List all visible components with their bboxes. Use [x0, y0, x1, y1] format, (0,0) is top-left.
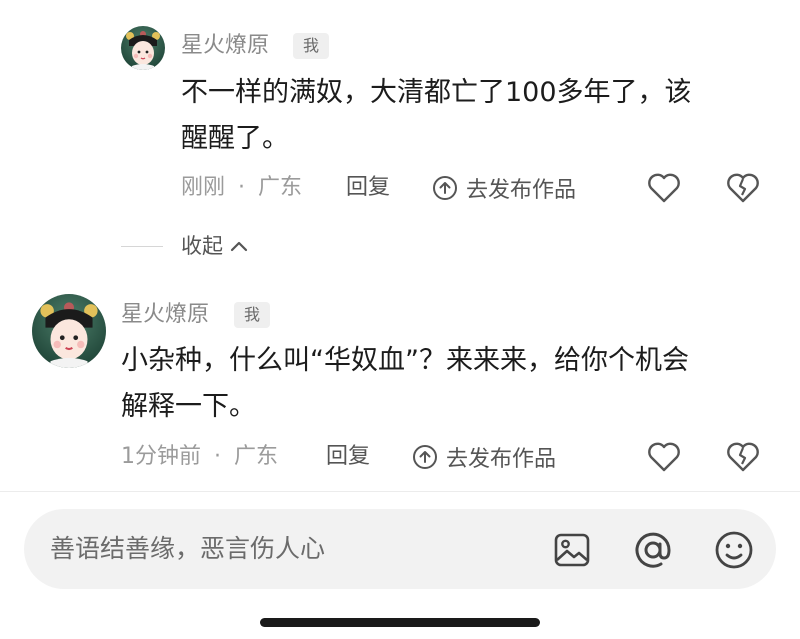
post-work-label: 去发布作品 — [466, 178, 577, 203]
comment-input-placeholder: 善语结善缘，恶言伤人心 — [50, 534, 326, 563]
comment-time: 1分钟前 — [121, 444, 201, 469]
comment-time: 刚刚 — [181, 175, 226, 200]
meta-separator: · — [238, 175, 246, 200]
me-badge: 我 — [234, 302, 270, 328]
comment-input[interactable]: 善语结善缘，恶言伤人心 — [24, 509, 776, 589]
at-icon[interactable] — [632, 530, 674, 570]
post-work-label: 去发布作品 — [446, 447, 557, 472]
username[interactable]: 星火燎原 — [181, 32, 269, 60]
comment-text-line: 解释一下。 — [121, 391, 256, 422]
avatar[interactable] — [121, 26, 165, 70]
dislike-broken-heart-icon[interactable] — [724, 170, 762, 206]
like-heart-icon[interactable] — [645, 439, 683, 475]
collapse-label: 收起 — [181, 234, 223, 258]
arrow-up-circle-icon — [412, 444, 438, 470]
arrow-up-circle-icon — [432, 175, 458, 201]
like-heart-icon[interactable] — [645, 170, 683, 206]
comment-text-line: 不一样的满奴，大清都亡了100多年了，该 — [181, 77, 692, 108]
post-work-button[interactable]: 去发布作品 — [412, 443, 557, 472]
reply-button[interactable]: 回复 — [326, 443, 370, 471]
emoji-icon[interactable] — [713, 529, 755, 571]
username[interactable]: 星火燎原 — [121, 301, 209, 329]
comment-meta: 刚刚 · 广东 — [181, 174, 302, 202]
home-indicator[interactable] — [260, 618, 540, 627]
dislike-broken-heart-icon[interactable] — [724, 439, 762, 475]
image-icon[interactable] — [552, 530, 592, 570]
comment-text-line: 醒醒了。 — [181, 123, 289, 154]
comment-text-line: 小杂种，什么叫“华奴血”？来来来，给你个机会 — [121, 345, 689, 376]
comment-location: 广东 — [234, 444, 279, 469]
collapse-divider — [121, 246, 163, 247]
chevron-up-icon — [229, 239, 249, 253]
meta-separator: · — [214, 444, 221, 469]
avatar[interactable] — [32, 294, 106, 368]
input-divider — [0, 491, 800, 492]
comment-location: 广东 — [258, 175, 303, 200]
me-badge: 我 — [293, 33, 329, 59]
post-work-button[interactable]: 去发布作品 — [432, 174, 577, 203]
reply-button[interactable]: 回复 — [346, 174, 390, 202]
comment-meta: 1分钟前 · 广东 — [121, 443, 278, 471]
collapse-button[interactable]: 收起 — [181, 232, 249, 260]
